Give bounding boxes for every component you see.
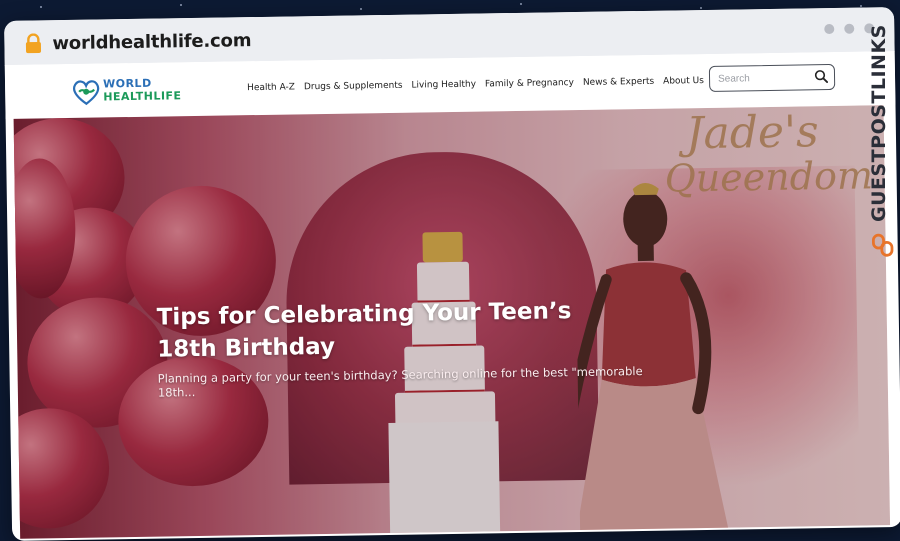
nav-item-family-pregnancy[interactable]: Family & Pregnancy: [485, 78, 574, 89]
browser-window: worldhealthlife.com WORLD HEALTHLIFE Hea…: [4, 7, 900, 541]
logo-text-healthlife: HEALTHLIFE: [103, 89, 182, 104]
site-logo[interactable]: WORLD HEALTHLIFE: [71, 72, 182, 110]
watermark-text-container: GUESTPOSTLINKS: [866, 24, 892, 224]
nav-item-living-healthy[interactable]: Living Healthy: [411, 80, 476, 91]
star-dot: [700, 7, 702, 9]
main-nav: Health A-Z Drugs & Supplements Living He…: [247, 76, 704, 93]
search-box: [708, 63, 836, 92]
watermark-text: GUESTPOSTLINKS: [868, 24, 890, 222]
link-icon: [871, 233, 894, 257]
hero-title[interactable]: Tips for Celebrating Your Teen’s 18th Bi…: [156, 294, 627, 365]
nav-item-health-a-z[interactable]: Health A-Z: [247, 82, 295, 93]
window-dot[interactable]: [844, 23, 855, 34]
star-dot: [40, 6, 42, 8]
address-bar-url[interactable]: worldhealthlife.com: [52, 30, 251, 54]
nav-item-drugs-supplements[interactable]: Drugs & Supplements: [304, 81, 403, 93]
star-dot: [360, 8, 362, 10]
hero-banner[interactable]: Jade's Queendom Tips for Celebrating You…: [13, 105, 891, 539]
search-icon[interactable]: [814, 69, 829, 83]
star-dot: [520, 3, 522, 5]
heart-globe-icon: [72, 80, 100, 106]
window-controls: [824, 23, 875, 35]
search-input[interactable]: [715, 68, 811, 88]
nav-item-about-us[interactable]: About Us: [663, 76, 704, 87]
star-dot: [180, 4, 182, 6]
nav-item-news-experts[interactable]: News & Experts: [583, 77, 654, 88]
window-dot[interactable]: [824, 23, 835, 35]
lock-icon: [25, 33, 42, 54]
logo-text-world: WORLD: [102, 76, 152, 91]
